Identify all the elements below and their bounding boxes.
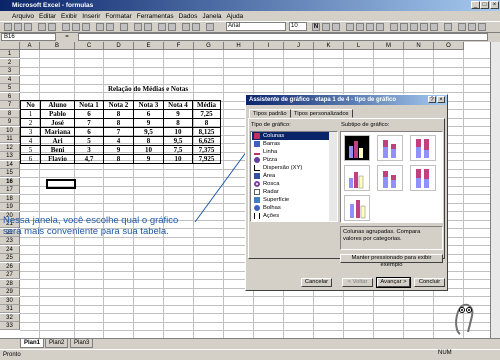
bubble-chart-icon bbox=[254, 205, 260, 211]
help-button[interactable]: ? bbox=[428, 96, 436, 103]
pie-chart-icon bbox=[254, 157, 260, 163]
list-item-label: Superfície bbox=[263, 197, 290, 203]
list-item-label: Dispersão (XY) bbox=[263, 165, 303, 171]
list-item-linha[interactable]: Linha bbox=[252, 148, 330, 156]
list-item-dispersao[interactable]: Dispersão (XY) bbox=[252, 164, 330, 172]
tab-plan1[interactable]: Plan1 bbox=[20, 339, 45, 348]
tab-standard-types[interactable]: Tipos padrão bbox=[249, 109, 291, 118]
area-chart-icon bbox=[254, 173, 260, 179]
scatter-chart-icon bbox=[254, 165, 260, 171]
list-item-radar[interactable]: Radar bbox=[252, 188, 330, 196]
type-label: Tipo de gráfico: bbox=[251, 122, 291, 128]
list-item-bolhas[interactable]: Bolhas bbox=[252, 204, 330, 212]
list-item-label: Colunas bbox=[263, 133, 285, 139]
tab-custom-types[interactable]: Tipos personalizados bbox=[290, 109, 353, 118]
radar-chart-icon bbox=[254, 189, 260, 195]
dialog-close-button[interactable]: × bbox=[437, 96, 445, 103]
list-item-pizza[interactable]: Pizza bbox=[252, 156, 330, 164]
callout-text: Nessa janela, você escolhe qual o gráfic… bbox=[3, 215, 179, 237]
list-item-rosca[interactable]: Rosca bbox=[252, 180, 330, 188]
cancel-button[interactable]: Cancelar bbox=[301, 278, 332, 287]
subtype-label: Subtipo de gráfico: bbox=[341, 122, 390, 128]
list-item-label: Ações bbox=[263, 213, 280, 219]
list-item-barras[interactable]: Barras bbox=[252, 140, 330, 148]
status-bar: Pronto bbox=[0, 349, 500, 359]
list-item-label: Linha bbox=[263, 149, 278, 155]
column-chart-icon bbox=[254, 133, 260, 139]
subtype-description: Colunas agrupadas. Compara valores por c… bbox=[340, 226, 443, 250]
subtype-3d-stacked-column[interactable] bbox=[377, 165, 403, 191]
vertical-scrollbar[interactable] bbox=[490, 42, 500, 338]
num-lock-indicator: NUM bbox=[438, 350, 452, 356]
subtype-panel bbox=[340, 131, 443, 223]
list-item-label: Pizza bbox=[263, 157, 278, 163]
bar-chart-icon bbox=[254, 141, 260, 147]
subtype-3d-column[interactable] bbox=[344, 195, 370, 221]
subtype-clustered-column[interactable] bbox=[344, 135, 370, 161]
list-item-area[interactable]: Área bbox=[252, 172, 330, 180]
back-button[interactable]: < Voltar bbox=[342, 278, 373, 287]
doughnut-chart-icon bbox=[254, 181, 260, 187]
tab-plan2[interactable]: Plan2 bbox=[45, 339, 69, 348]
subtype-100-stacked-column[interactable] bbox=[410, 135, 436, 161]
list-item-acoes[interactable]: Ações bbox=[252, 212, 330, 220]
list-item-superficie[interactable]: Superfície bbox=[252, 196, 330, 204]
surface-chart-icon bbox=[254, 197, 260, 203]
dialog-title: Assistente de gráfico - etapa 1 de 4 - t… bbox=[246, 95, 447, 105]
list-item-label: Rosca bbox=[263, 181, 280, 187]
list-item-label: Bolhas bbox=[263, 205, 281, 211]
stock-chart-icon bbox=[254, 213, 260, 219]
office-assistant-icon[interactable] bbox=[450, 300, 480, 337]
next-button[interactable]: Avançar > bbox=[376, 277, 411, 288]
list-item-label: Barras bbox=[263, 141, 281, 147]
tab-plan3[interactable]: Plan3 bbox=[70, 339, 94, 348]
subtype-3d-clustered-column[interactable] bbox=[344, 165, 370, 191]
type-list-scrollbar[interactable] bbox=[329, 132, 337, 221]
preview-sample-button[interactable]: Manter pressionado para exibir exemplo bbox=[340, 254, 443, 268]
list-item-label: Radar bbox=[263, 189, 279, 195]
subtype-3d-100-stacked-column[interactable] bbox=[410, 165, 436, 191]
list-item-label: Área bbox=[263, 173, 276, 179]
subtype-stacked-column[interactable] bbox=[377, 135, 403, 161]
finish-button[interactable]: Concluir bbox=[414, 278, 445, 287]
chart-type-list[interactable]: Colunas Barras Linha Pizza Dispersão (XY… bbox=[250, 131, 338, 222]
status-text: Pronto bbox=[3, 352, 21, 358]
line-chart-icon bbox=[254, 149, 260, 155]
list-item-colunas[interactable]: Colunas bbox=[252, 132, 330, 140]
